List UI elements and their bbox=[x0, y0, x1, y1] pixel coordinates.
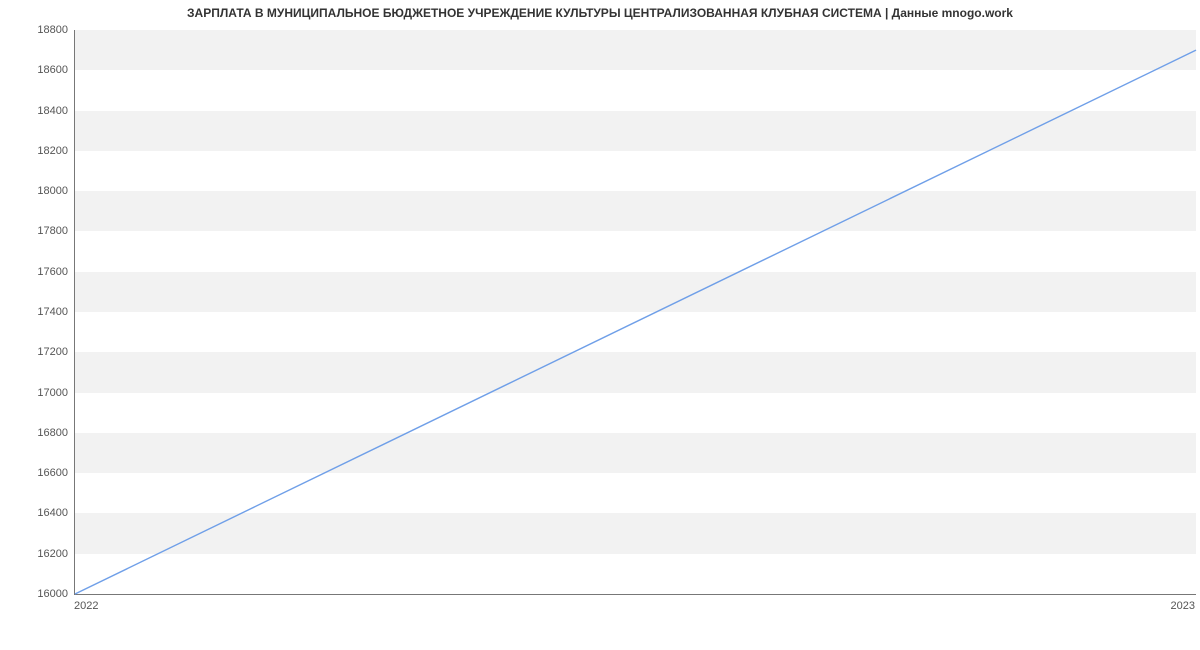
y-tick-label: 18600 bbox=[8, 64, 68, 76]
chart-svg bbox=[75, 30, 1196, 594]
chart-title: ЗАРПЛАТА В МУНИЦИПАЛЬНОЕ БЮДЖЕТНОЕ УЧРЕЖ… bbox=[0, 6, 1200, 20]
y-tick-label: 17600 bbox=[8, 266, 68, 278]
y-tick-label: 16000 bbox=[8, 588, 68, 600]
data-line bbox=[75, 50, 1196, 594]
y-tick-label: 17000 bbox=[8, 387, 68, 399]
y-tick-label: 16800 bbox=[8, 427, 68, 439]
y-tick-label: 16200 bbox=[8, 548, 68, 560]
y-tick-label: 17200 bbox=[8, 346, 68, 358]
y-tick-label: 17400 bbox=[8, 306, 68, 318]
y-tick-label: 18200 bbox=[8, 145, 68, 157]
x-tick-label: 2023 bbox=[1171, 600, 1195, 612]
x-tick-label: 2022 bbox=[74, 600, 98, 612]
plot-area bbox=[74, 30, 1196, 595]
y-tick-label: 16600 bbox=[8, 467, 68, 479]
y-tick-label: 18000 bbox=[8, 185, 68, 197]
y-tick-label: 18800 bbox=[8, 24, 68, 36]
y-tick-label: 16400 bbox=[8, 507, 68, 519]
y-tick-label: 17800 bbox=[8, 225, 68, 237]
y-tick-label: 18400 bbox=[8, 105, 68, 117]
salary-line-chart: ЗАРПЛАТА В МУНИЦИПАЛЬНОЕ БЮДЖЕТНОЕ УЧРЕЖ… bbox=[0, 0, 1200, 650]
